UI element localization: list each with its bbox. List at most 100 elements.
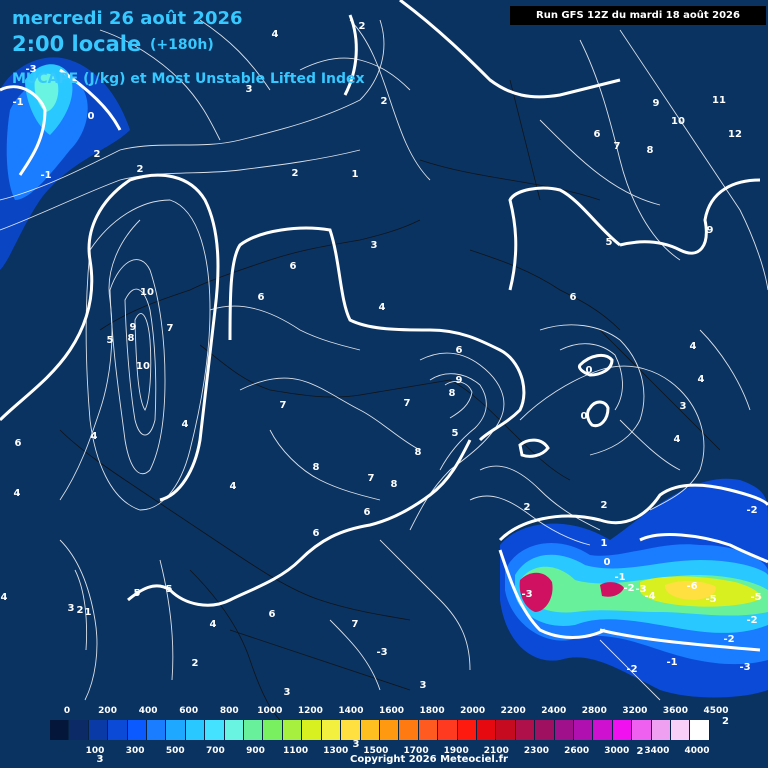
- contour-label: 6: [313, 528, 320, 539]
- legend-swatch: [224, 720, 245, 740]
- legend-swatch: [50, 720, 70, 740]
- contour-label: 6: [570, 292, 577, 303]
- legend-tick-top: 2400: [541, 706, 567, 716]
- legend-swatch: [690, 720, 710, 740]
- legend-swatch: [535, 720, 555, 740]
- legend-swatch: [244, 720, 264, 740]
- contour-label: 3: [284, 687, 291, 698]
- contour-label: 2: [381, 96, 388, 107]
- legend-tick-top: 4500: [703, 706, 729, 716]
- contour-label: -3: [521, 589, 532, 600]
- legend-tick-bottom: 1100: [283, 746, 309, 756]
- contour-label: 8: [449, 388, 456, 399]
- contour-label: 2: [601, 500, 608, 511]
- contour-label: 9: [653, 98, 660, 109]
- contour-label: 3: [680, 401, 687, 412]
- legend-swatch: [185, 720, 206, 740]
- legend-tick-top: 600: [179, 706, 199, 716]
- run-info-box: Run GFS 12Z du mardi 18 août 2026: [510, 6, 766, 25]
- legend-tick-bottom: 900: [246, 746, 265, 756]
- contour-label: 1: [85, 607, 92, 618]
- contour-label: 1: [352, 169, 359, 180]
- legend-swatch: [593, 720, 613, 740]
- contour-label: -3: [739, 662, 750, 673]
- contour-label: 3: [353, 739, 360, 750]
- legend-tick-top: 200: [98, 706, 117, 716]
- date-title: mercredi 26 août 2026: [12, 8, 243, 29]
- legend-tick-top: 2200: [500, 706, 526, 716]
- legend-tick-bottom: 300: [125, 746, 145, 756]
- contour-label: 10: [136, 361, 150, 372]
- contour-label: 2: [359, 21, 366, 32]
- legend-tick-bottom: 2300: [523, 746, 549, 756]
- contour-label: -5: [705, 594, 716, 605]
- legend-swatch: [399, 720, 419, 740]
- legend-swatch: [496, 720, 516, 740]
- contour-label: 6: [456, 345, 463, 356]
- legend-swatch: [127, 720, 148, 740]
- contour-label: -2: [723, 634, 734, 645]
- legend-swatch: [341, 720, 361, 740]
- weather-map: 4 2 -3 -1 3 0 2 -1 2 2 1 2 9 11 10 12 6 …: [0, 0, 768, 765]
- legend-swatch: [671, 720, 691, 740]
- legend-swatch: [263, 720, 283, 740]
- copyright: Copyright 2026 Meteociel.fr: [350, 754, 508, 765]
- legend-tick-top: 2800: [581, 706, 607, 716]
- legend-tick-bottom: 700: [205, 746, 225, 756]
- contour-label: 2: [77, 605, 84, 616]
- legend-swatch: [69, 720, 89, 740]
- contour-label: 7: [280, 400, 287, 411]
- legend-side-label: 2: [722, 716, 729, 727]
- contour-label: 11: [712, 95, 726, 106]
- contour-label: 0: [581, 411, 588, 422]
- contour-label: 2: [94, 149, 101, 160]
- legend-tick-top: 800: [219, 706, 239, 716]
- legend-tick-bottom: 3000: [604, 746, 630, 756]
- contour-label: 4: [698, 374, 705, 385]
- contour-label: 4: [91, 431, 98, 442]
- contour-label: 4: [674, 434, 681, 445]
- contour-label: 5: [134, 588, 141, 599]
- contour-label: 4: [230, 481, 237, 492]
- legend-tick-top: 1000: [257, 706, 283, 716]
- contour-label: 5: [452, 428, 459, 439]
- contour-label: 10: [140, 287, 154, 298]
- contour-label: 2: [637, 746, 644, 757]
- contour-label: 6: [269, 609, 276, 620]
- legend-tick-bottom: 100: [85, 746, 105, 756]
- contour-label: -1: [666, 657, 677, 668]
- legend-swatch: [515, 720, 536, 740]
- legend-tick-bottom: 1300: [323, 746, 349, 756]
- legend-tick-bottom: 500: [165, 746, 185, 756]
- contour-label: 2: [137, 164, 144, 175]
- contour-label: 4: [1, 592, 8, 603]
- legend-swatch: [205, 720, 225, 740]
- contour-label: 9: [130, 322, 137, 333]
- contour-label: 9: [707, 225, 714, 236]
- legend-swatch: [282, 720, 303, 740]
- contour-label: 6: [364, 507, 371, 518]
- legend-swatch: [108, 720, 128, 740]
- contour-label: 7: [614, 141, 621, 152]
- legend-swatch: [554, 720, 574, 740]
- contour-label: -4: [644, 591, 655, 602]
- contour-label: 6: [594, 129, 601, 140]
- contour-label: -6: [686, 581, 697, 592]
- contour-label: 6: [258, 292, 265, 303]
- contour-label: -1: [614, 572, 625, 583]
- legend-swatch: [321, 720, 342, 740]
- legend-swatch: [360, 720, 380, 740]
- legend-tick-top: 1600: [378, 706, 405, 716]
- contour-label: 5: [166, 584, 173, 595]
- legend-swatch: [88, 720, 109, 740]
- contour-label: -2: [626, 664, 637, 675]
- contour-label: 5: [107, 335, 114, 346]
- contour-label: -2: [746, 505, 757, 516]
- contour-label: 4: [379, 302, 386, 313]
- legend-swatch: [302, 720, 322, 740]
- legend-swatch: [379, 720, 400, 740]
- forecast-offset: (+180h): [150, 37, 214, 53]
- contour-label: 2: [192, 658, 199, 669]
- contour-label: 10: [671, 116, 685, 127]
- contour-label: 5: [606, 237, 613, 248]
